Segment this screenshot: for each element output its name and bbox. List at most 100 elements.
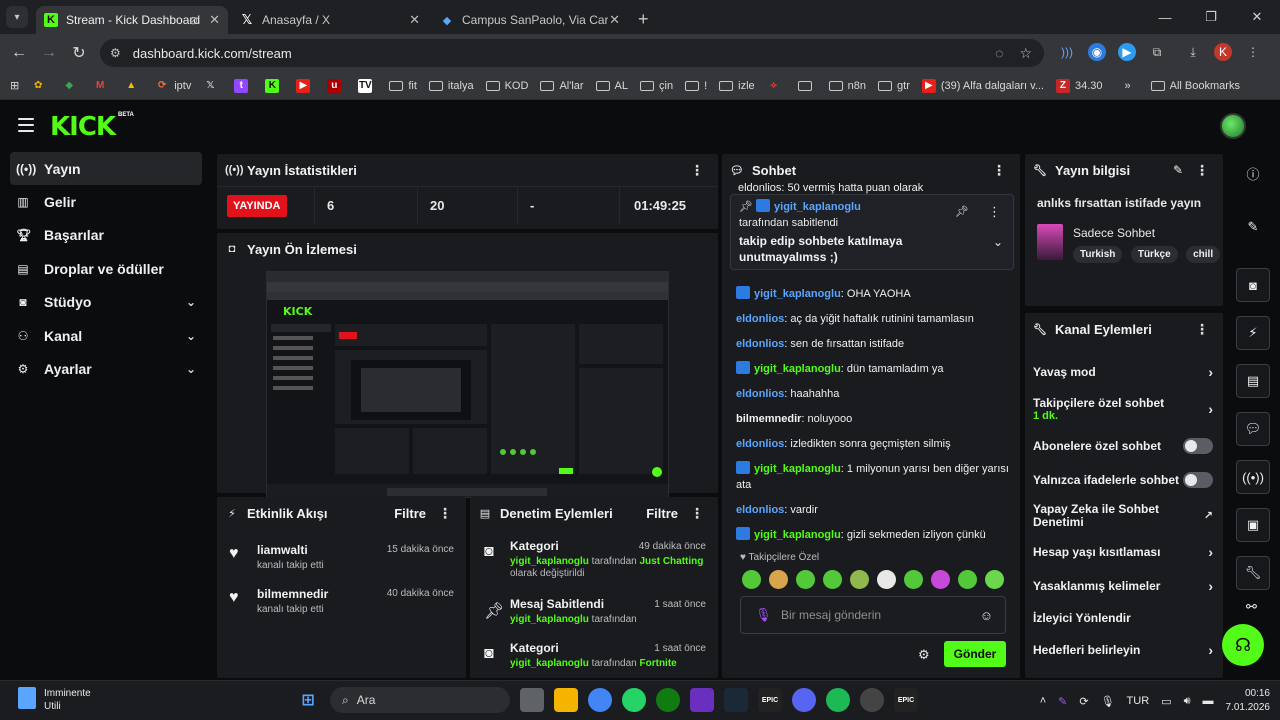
sidebar-item-gelir[interactable]: ▥ Gelir: [10, 185, 202, 218]
pinned-message[interactable]: 📌︎ yigit_kaplanoglu tarafından sabitlend…: [730, 194, 1014, 270]
extension-play-icon[interactable]: ▶: [1118, 43, 1136, 61]
studio-icon[interactable]: ▣: [1236, 508, 1270, 542]
close-window-icon[interactable]: ✕: [1234, 0, 1280, 34]
bookmark-alfa-dalgalari[interactable]: ▶ (39) Alfa dalgaları v...: [921, 78, 1044, 93]
user-avatar[interactable]: [1220, 113, 1246, 139]
tab-kick-dashboard[interactable]: K Stream - Kick Dashboard ⊘ ✕: [36, 6, 228, 34]
menu-kebab-icon[interactable]: ⋮: [1244, 43, 1262, 61]
extensions-puzzle-icon[interactable]: ⧉: [1148, 43, 1166, 61]
taskbar-search[interactable]: ⌕ Ara: [330, 687, 510, 713]
wrench-icon[interactable]: 🔧︎: [1236, 556, 1270, 590]
bookmark-iptv[interactable]: ⟳ iptv: [155, 79, 191, 93]
bookmark-gtr[interactable]: gtr: [878, 80, 910, 92]
extension-shield-icon[interactable]: ◉: [1088, 43, 1106, 61]
info-icon[interactable]: ⓘ: [1236, 156, 1270, 190]
address-bar[interactable]: ⚙ dashboard.kick.com/stream ◌ ☆: [100, 39, 1044, 67]
document-icon[interactable]: ▤: [1236, 364, 1270, 398]
emote-icon[interactable]: [931, 570, 950, 589]
clock[interactable]: 00:16 7.01.2026: [1226, 687, 1271, 715]
toggle-switch[interactable]: [1183, 472, 1213, 488]
action-subscribers-only[interactable]: Abonelere özel sohbet: [1025, 429, 1223, 463]
kick-logo[interactable]: KICK: [50, 112, 116, 142]
bookmark-pdf-icon[interactable]: ⟡: [767, 79, 786, 93]
chat-settings-icon[interactable]: ⚙: [918, 647, 930, 663]
emote-icon[interactable]: [985, 570, 1004, 589]
all-bookmarks[interactable]: All Bookmarks: [1150, 80, 1240, 92]
bookmark-photos-icon[interactable]: ✿: [31, 79, 50, 93]
bookmark-3430[interactable]: Z 34.30: [1055, 78, 1103, 93]
network-icon[interactable]: ▭: [1161, 695, 1171, 708]
emote-icon[interactable]: [850, 570, 869, 589]
whatsapp-icon[interactable]: [622, 688, 646, 712]
chevron-down-icon[interactable]: ⌄: [993, 235, 1003, 249]
back-icon[interactable]: ←: [4, 44, 34, 62]
bookmark-ublock-icon[interactable]: u: [327, 78, 346, 93]
emote-icon[interactable]: [877, 570, 896, 589]
bookmark-al[interactable]: AL: [595, 80, 628, 92]
close-tab-icon[interactable]: ✕: [609, 12, 620, 28]
filter-button[interactable]: Filtre: [394, 506, 426, 521]
sidebar-item-ayarlar[interactable]: ⚙ Ayarlar ⌄: [10, 352, 202, 385]
toggle-switch[interactable]: [1183, 438, 1213, 454]
chevron-up-icon[interactable]: ˄: [1040, 695, 1046, 707]
chrome-icon[interactable]: [588, 688, 612, 712]
broadcast-icon[interactable]: ((•)): [1236, 460, 1270, 494]
filter-button[interactable]: Filtre: [646, 506, 678, 521]
unpin-icon[interactable]: 📌︎: [955, 205, 969, 218]
download-icon[interactable]: ⤓: [1184, 43, 1202, 61]
kebab-menu-icon[interactable]: ⋮: [1195, 162, 1209, 179]
sidebar-item-droplar[interactable]: ▤ Droplar ve ödüller: [10, 252, 202, 285]
bookmark-kick-icon[interactable]: K: [265, 78, 284, 93]
action-set-goals[interactable]: Hedefleri belirleyin ›: [1025, 633, 1223, 667]
emote-icon[interactable]: [742, 570, 761, 589]
action-slow-mode[interactable]: Yavaş mod ›: [1025, 355, 1223, 389]
tab-campus-sanpaolo[interactable]: ◆ Campus SanPaolo, Via Caraglio ✕: [432, 6, 628, 34]
kebab-menu-icon[interactable]: ⋮: [988, 204, 1001, 220]
epic-games-launcher-icon[interactable]: EPIC: [894, 688, 918, 712]
emoji-icon[interactable]: ☺: [980, 608, 993, 623]
bookmark-izle[interactable]: izle: [719, 80, 755, 92]
new-tab-button[interactable]: +: [638, 9, 649, 30]
kebab-menu-icon[interactable]: ⋮: [992, 162, 1006, 179]
kebab-menu-icon[interactable]: ⋮: [690, 162, 704, 179]
tab-search-icon[interactable]: ▾: [6, 6, 28, 28]
steam-icon[interactable]: [724, 688, 748, 712]
sidebar-item-kanal[interactable]: ⚇ Kanal ⌄: [10, 319, 202, 352]
sidebar-item-basarilar[interactable]: 🏆︎ Başarılar: [10, 219, 202, 252]
chat-bubble-icon[interactable]: 💬︎: [1236, 412, 1270, 446]
battery-icon[interactable]: ▬: [1203, 695, 1214, 707]
tab-x-home[interactable]: 𝕏 Anasayfa / X ✕: [232, 6, 428, 34]
kebab-menu-icon[interactable]: ⋮: [690, 505, 704, 522]
language-indicator[interactable]: TUR: [1127, 695, 1150, 707]
hamburger-menu-icon[interactable]: [18, 118, 34, 132]
site-info-icon[interactable]: ⚙: [110, 46, 121, 60]
bookmark-allar[interactable]: Al'lar: [540, 80, 584, 92]
app-icon[interactable]: [690, 688, 714, 712]
bookmark-youtube-icon[interactable]: ▶: [296, 78, 315, 93]
edit-icon[interactable]: ✎: [1173, 163, 1183, 177]
task-view-icon[interactable]: [520, 688, 544, 712]
minimize-icon[interactable]: —: [1142, 0, 1188, 34]
action-followers-only[interactable]: Takipçilere özel sohbet 1 dk. ›: [1025, 389, 1223, 429]
kebab-menu-icon[interactable]: ⋮: [1195, 321, 1209, 338]
chat-message-input[interactable]: 🎙︎ Bir mesaj gönderin ☺: [740, 596, 1006, 634]
maximize-icon[interactable]: ❐: [1188, 0, 1234, 34]
extension-wave-icon[interactable]: ))): [1058, 43, 1076, 61]
bookmark-italya[interactable]: italya: [428, 80, 474, 92]
sidebar-item-studyo[interactable]: ◙ Stüdyo ⌄: [10, 286, 202, 319]
epic-games-icon[interactable]: EPIC: [758, 688, 782, 712]
discord-icon[interactable]: [792, 688, 816, 712]
spotify-icon[interactable]: [826, 688, 850, 712]
kebab-menu-icon[interactable]: ⋮: [438, 505, 452, 522]
emote-icon[interactable]: [796, 570, 815, 589]
bookmark-folder-empty[interactable]: [797, 80, 817, 91]
action-emote-only[interactable]: Yalnızca ifadelerle sohbet: [1025, 463, 1223, 497]
send-button[interactable]: Gönder: [944, 641, 1006, 667]
close-tab-icon[interactable]: ✕: [209, 12, 220, 28]
eye-off-icon[interactable]: ◌: [995, 45, 1003, 62]
preview-toggle-icon[interactable]: ◙: [1236, 268, 1270, 302]
edit-icon[interactable]: ✎: [1236, 210, 1270, 244]
bookmark-star-icon[interactable]: ☆: [1019, 45, 1032, 62]
bookmark-maps-icon[interactable]: ◆: [62, 79, 81, 93]
more-bookmarks-icon[interactable]: »: [1125, 80, 1131, 92]
